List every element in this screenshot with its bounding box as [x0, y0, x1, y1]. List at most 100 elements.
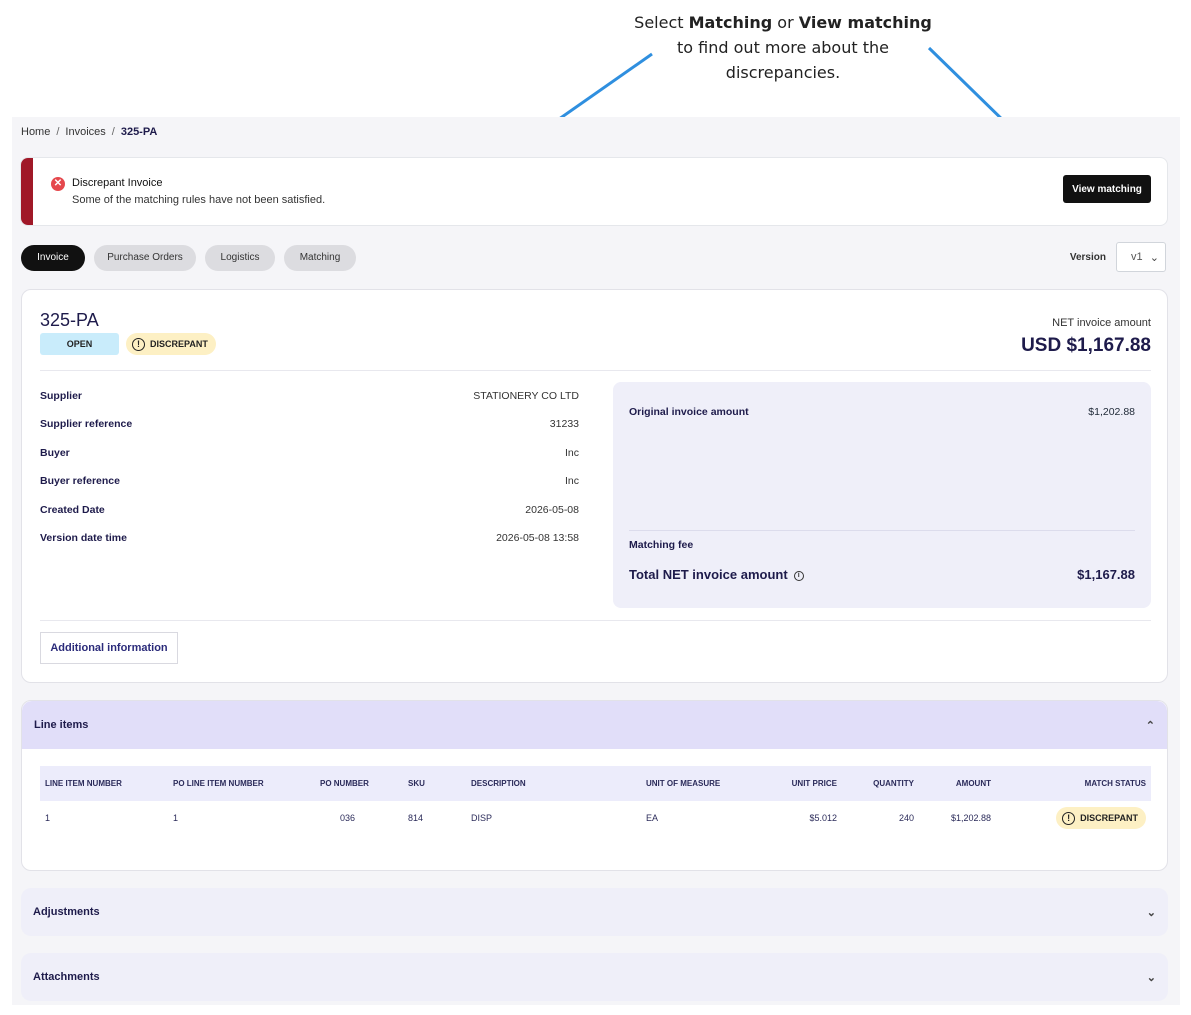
version-select[interactable]: v1 ⌄	[1116, 242, 1166, 272]
table-cell: $5.012	[809, 813, 837, 823]
additional-information-button[interactable]: Additional information	[40, 632, 178, 664]
invoice-id: 325-PA	[40, 310, 99, 330]
status-badge: OPEN	[40, 333, 119, 355]
chevron-up-icon: ⌃	[1145, 719, 1155, 732]
tab-logistics[interactable]: Logistics	[205, 245, 275, 271]
detail-key: Supplier reference	[40, 418, 133, 431]
matching-fee-label: Matching fee	[629, 539, 694, 551]
divider	[40, 370, 1151, 371]
column-header: UNIT OF MEASURE	[641, 766, 762, 801]
column-header: QUANTITY	[842, 766, 919, 801]
detail-value: Inc	[564, 475, 579, 488]
warning-icon: !	[132, 337, 145, 351]
table-cell: 240	[898, 813, 914, 823]
column-header: PO LINE ITEM NUMBER	[168, 766, 315, 801]
column-header: MATCH STATUS	[996, 766, 1151, 801]
detail-row: Supplier reference 31233	[40, 418, 579, 446]
table-row[interactable]: 1 1 036 814 DISP EA $5.012 240 $1,202.88…	[40, 801, 1151, 835]
summary-divider	[629, 530, 1135, 531]
invoice-card: 325-PA OPEN ! DISCREPANT NET invoice amo…	[21, 289, 1168, 683]
detail-value: STATIONERY CO LTD	[473, 390, 579, 402]
info-icon[interactable]: i	[793, 570, 804, 581]
callout-annotation: Select Matching or View matching to find…	[600, 10, 966, 85]
version-label: Version	[1069, 251, 1106, 263]
callout-text: or	[772, 13, 799, 32]
total-net-value: $1,167.88	[1077, 567, 1135, 582]
original-amount-label: Original invoice amount	[629, 406, 749, 418]
detail-row: Supplier STATIONERY CO LTD	[40, 390, 579, 418]
detail-row: Version date time 2026-05-08 13:58	[40, 532, 579, 560]
column-header: UNIT PRICE	[762, 766, 842, 801]
line-items-table: LINE ITEM NUMBER PO LINE ITEM NUMBER PO …	[40, 766, 1151, 835]
breadcrumb-separator: /	[111, 126, 115, 138]
match-status-label: DISCREPANT	[1080, 813, 1138, 823]
warning-icon: !	[1062, 811, 1076, 825]
detail-value: 2026-05-08	[525, 503, 579, 516]
adjustments-header[interactable]: Adjustments ⌄	[21, 888, 1168, 936]
match-status-badge: ! DISCREPANT	[1056, 807, 1146, 829]
detail-key: Supplier	[40, 390, 83, 402]
match-status-badge: ! DISCREPANT	[126, 333, 216, 355]
column-header: SKU	[403, 766, 466, 801]
net-amount: USD $1,167.88	[1021, 335, 1151, 356]
version-selector: Version v1 ⌄	[1070, 242, 1166, 272]
attachments-header[interactable]: Attachments ⌄	[21, 953, 1168, 1001]
detail-row: Buyer reference Inc	[40, 475, 579, 503]
callout-line-1: Select Matching or View matching	[600, 10, 966, 35]
chevron-down-icon: ⌄	[1146, 906, 1156, 919]
callout-text: Select	[634, 13, 689, 32]
app-panel: Home / Invoices / 325-PA ✕ Discrepant In…	[12, 117, 1180, 1005]
breadcrumb-invoices[interactable]: Invoices	[65, 126, 105, 138]
breadcrumb-current: 325-PA	[120, 126, 158, 138]
breadcrumb: Home / Invoices / 325-PA	[21, 125, 157, 139]
attachments-title: Attachments	[33, 971, 100, 983]
invoice-details: Supplier STATIONERY CO LTD Supplier refe…	[40, 390, 579, 560]
table-header-row: LINE ITEM NUMBER PO LINE ITEM NUMBER PO …	[40, 766, 1151, 801]
callout-line-2: to find out more about the discrepancies…	[677, 38, 889, 82]
total-net-row: Total NET invoice amount i $1,167.88	[629, 567, 1135, 582]
tab-purchase-orders[interactable]: Purchase Orders	[94, 245, 196, 271]
attachments-section[interactable]: Attachments ⌄	[21, 953, 1168, 1001]
table-cell: DISP	[471, 813, 493, 823]
alert-bar	[21, 158, 33, 225]
callout-view-matching: View matching	[798, 13, 932, 32]
column-header: DESCRIPTION	[466, 766, 641, 801]
tab-bar: Invoice Purchase Orders Logistics Matchi…	[21, 245, 356, 271]
detail-key: Buyer reference	[40, 475, 120, 488]
alert-title: Discrepant Invoice	[72, 177, 163, 189]
total-net-label: Total NET invoice amount	[629, 567, 788, 582]
table-cell: $1,202.88	[950, 813, 991, 823]
chevron-down-icon: ⌄	[1149, 251, 1159, 264]
detail-value: 31233	[549, 418, 579, 431]
table-cell: EA	[646, 813, 659, 823]
detail-key: Version date time	[40, 531, 127, 544]
tab-matching[interactable]: Matching	[284, 245, 356, 271]
column-header: LINE ITEM NUMBER	[40, 766, 168, 801]
close-circle-icon: ✕	[51, 177, 65, 191]
alert-message: Some of the matching rules have not been…	[72, 194, 326, 206]
table-cell: 1	[45, 813, 51, 823]
column-header: AMOUNT	[919, 766, 996, 801]
original-amount-value: $1,202.88	[1088, 406, 1135, 418]
callout-matching: Matching	[688, 13, 773, 32]
net-amount-label: NET invoice amount	[1052, 317, 1151, 329]
table-cell: ! DISCREPANT	[996, 801, 1151, 835]
detail-value: Inc	[564, 446, 579, 459]
total-net-label-wrap: Total NET invoice amount i	[629, 567, 804, 582]
table-cell: 814	[408, 813, 424, 823]
line-items-header[interactable]: Line items ⌃	[22, 701, 1167, 749]
detail-row: Created Date 2026-05-08	[40, 504, 579, 532]
tab-invoice[interactable]: Invoice	[21, 245, 85, 271]
chevron-down-icon: ⌄	[1146, 971, 1156, 984]
breadcrumb-home[interactable]: Home	[21, 126, 50, 138]
table-cell: 1	[173, 813, 179, 823]
detail-value: 2026-05-08 13:58	[496, 531, 579, 544]
view-matching-button[interactable]: View matching	[1063, 175, 1151, 203]
discrepant-alert: ✕ Discrepant Invoice Some of the matchin…	[20, 157, 1168, 226]
adjustments-section[interactable]: Adjustments ⌄	[21, 888, 1168, 936]
table-cell: 036	[340, 813, 356, 823]
detail-key: Created Date	[40, 503, 105, 516]
original-amount-row: Original invoice amount $1,202.88	[629, 406, 1135, 418]
detail-key: Buyer	[40, 446, 70, 459]
line-items-section: Line items ⌃ LINE ITEM NUMBER PO LINE IT…	[21, 700, 1168, 871]
